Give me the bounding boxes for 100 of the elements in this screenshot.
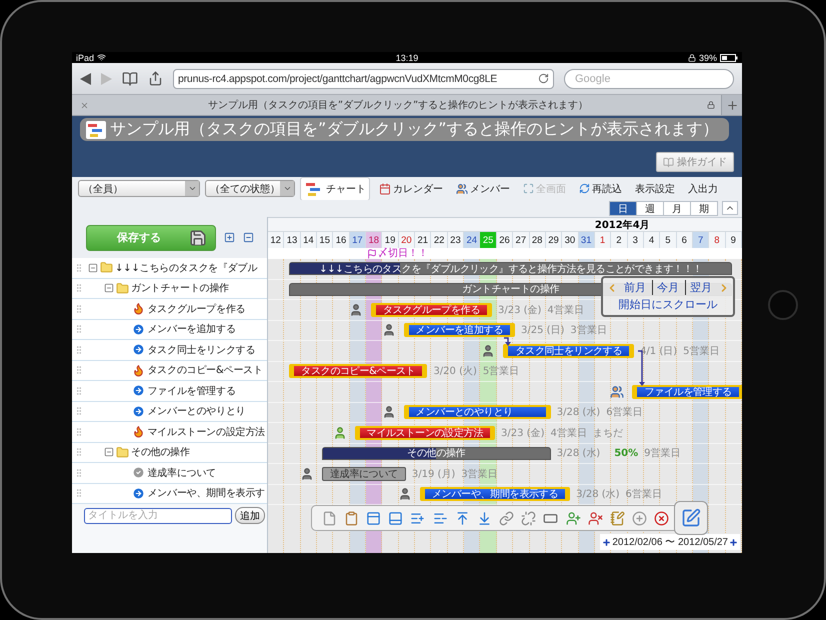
search-field[interactable]: Google	[564, 68, 734, 88]
plus-icon[interactable]	[729, 538, 738, 546]
arrow-down-icon[interactable]	[476, 510, 492, 526]
tree-item[interactable]: タスクのコピー&ペースト	[72, 360, 267, 381]
reload-icon	[579, 183, 590, 194]
scale-tab[interactable]: 期	[690, 200, 718, 216]
new-tab-button[interactable]	[721, 95, 742, 115]
view-tab[interactable]: メンバー	[452, 178, 514, 198]
tree-item[interactable]: マイルストーンの設定方法	[72, 422, 267, 442]
view-tab[interactable]: 表示設定	[631, 178, 679, 198]
tree-item[interactable]: タスクグループを作る	[72, 299, 267, 320]
scale-tab[interactable]: 週	[636, 200, 664, 216]
back-icon[interactable]	[80, 72, 91, 84]
day-cell: 14	[300, 232, 318, 248]
task-bar[interactable]: メンバーとのやりとり	[404, 405, 551, 420]
edit-mode-button[interactable]	[674, 501, 708, 535]
drag-handle-icon[interactable]	[74, 468, 84, 478]
status-select[interactable]: （全ての状態）	[205, 180, 295, 197]
view-tab[interactable]: 入出力	[684, 178, 722, 198]
url-field[interactable]: prunus-rc4.appspot.com/project/ganttchart/agpwcnVudXMtcmM0cg8LE	[173, 68, 554, 88]
view-tab[interactable]: カレンダー	[375, 178, 447, 198]
day-cell: 22	[431, 232, 448, 248]
task-bar[interactable]: ファイルを管理する	[632, 384, 742, 399]
arrow-up-icon[interactable]	[454, 510, 470, 526]
task-bar[interactable]: その他の操作	[322, 446, 551, 460]
day-cell: 3	[628, 232, 644, 248]
drag-handle-icon[interactable]	[74, 426, 84, 437]
tree-item[interactable]: ファイルを管理する	[72, 381, 267, 402]
task-bar[interactable]: メンバーを追加する	[404, 323, 515, 338]
task-bar[interactable]: 達成率について	[322, 466, 406, 481]
list-plus-icon[interactable]	[410, 510, 426, 526]
collapse-icon[interactable]	[104, 447, 114, 458]
drag-handle-icon[interactable]	[74, 488, 84, 498]
scale-tab[interactable]: 日	[609, 200, 637, 216]
drag-handle-icon[interactable]	[74, 304, 84, 314]
tree-item[interactable]: メンバーを追加する	[72, 320, 267, 340]
expand-all-icon[interactable]	[224, 232, 235, 243]
add-button[interactable]: 追加	[235, 507, 265, 524]
collapse-button[interactable]	[722, 201, 738, 215]
plus-circle-icon[interactable]	[632, 510, 648, 526]
task-name: タスク同士をリンクする	[147, 344, 256, 357]
view-tab[interactable]: チャート	[300, 176, 370, 200]
clock-time: 13:19	[396, 52, 418, 62]
document-icon[interactable]	[322, 510, 337, 526]
share-icon[interactable]	[148, 71, 163, 86]
drag-handle-icon[interactable]	[74, 365, 84, 376]
clipboard-icon[interactable]	[344, 510, 359, 526]
lock-icon	[707, 101, 715, 109]
day-cell: 17	[350, 232, 366, 248]
due-date: 4/1 (日)	[640, 344, 678, 358]
task-bar[interactable]: タスクグループを作る	[370, 302, 492, 317]
drag-handle-icon[interactable]	[74, 386, 84, 396]
reload-icon[interactable]	[538, 73, 549, 84]
task-bar[interactable]: タスクのコピー&ペースト	[289, 364, 428, 378]
collapse-all-icon[interactable]	[243, 232, 254, 243]
close-icon[interactable]	[80, 100, 89, 110]
x-circle-icon[interactable]	[654, 510, 670, 526]
month-link[interactable]: 今月	[652, 280, 683, 295]
task-bar[interactable]: ↓↓↓こちらのタスクを『ダブルクリック』すると操作方法を見ることができます！！！	[289, 262, 732, 276]
due-date: 3/23 (金)	[501, 426, 544, 440]
view-tab[interactable]: 再読込	[575, 178, 626, 198]
scroll-link[interactable]: 開始日にスクロール	[614, 297, 722, 312]
tree-item[interactable]: 達成率について	[72, 463, 267, 484]
tree-item[interactable]: その他の操作	[72, 442, 267, 463]
tree-item[interactable]: ↓↓↓こちらのタスクを『ダブル	[72, 258, 267, 278]
panel-top-icon[interactable]	[366, 510, 381, 526]
task-bar[interactable]: マイルストーンの設定方法	[354, 426, 496, 440]
task-bar[interactable]: タスク同士をリンクする	[503, 344, 634, 358]
scale-tab[interactable]: 月	[663, 200, 691, 216]
chevron-down-icon	[282, 184, 292, 193]
day-cell: 29	[546, 232, 562, 248]
drag-handle-icon[interactable]	[74, 262, 84, 273]
collapse-icon[interactable]	[104, 283, 114, 294]
tree-item[interactable]: メンバーや、期間を表示す	[72, 484, 267, 504]
month-link[interactable]: 前月	[620, 280, 650, 295]
plus-icon[interactable]	[602, 538, 612, 546]
user-plus-icon[interactable]	[566, 510, 581, 526]
drag-handle-icon[interactable]	[74, 283, 84, 294]
day-cell: 23	[448, 232, 464, 248]
drag-handle-icon[interactable]	[74, 324, 84, 334]
panel-bottom-icon[interactable]	[388, 510, 404, 526]
drag-handle-icon[interactable]	[74, 406, 84, 416]
link-icon[interactable]	[499, 510, 514, 526]
tree-item[interactable]: メンバーとのやりとり	[72, 402, 267, 422]
due-date: 3/28 (水)	[556, 406, 600, 420]
unlink-icon[interactable]	[521, 510, 536, 526]
tree-item[interactable]: ガントチャートの操作	[72, 278, 267, 299]
folder-icon	[116, 446, 129, 459]
task-bar[interactable]: メンバーや、期間を表示する	[420, 487, 570, 502]
drag-handle-icon[interactable]	[74, 447, 84, 458]
member-select[interactable]: （全員）	[78, 180, 200, 197]
drag-handle-icon[interactable]	[74, 344, 84, 355]
user-remove-icon[interactable]	[588, 510, 603, 526]
note-edit-icon[interactable]	[610, 510, 626, 526]
tree-item[interactable]: タスク同士をリンクする	[72, 340, 267, 360]
bookmarks-icon[interactable]	[122, 70, 138, 86]
collapse-icon[interactable]	[88, 262, 98, 273]
title-input-field[interactable]: タイトルを入力	[84, 508, 232, 524]
list-minus-icon[interactable]	[432, 510, 448, 526]
month-link[interactable]: 翌月	[685, 280, 716, 295]
